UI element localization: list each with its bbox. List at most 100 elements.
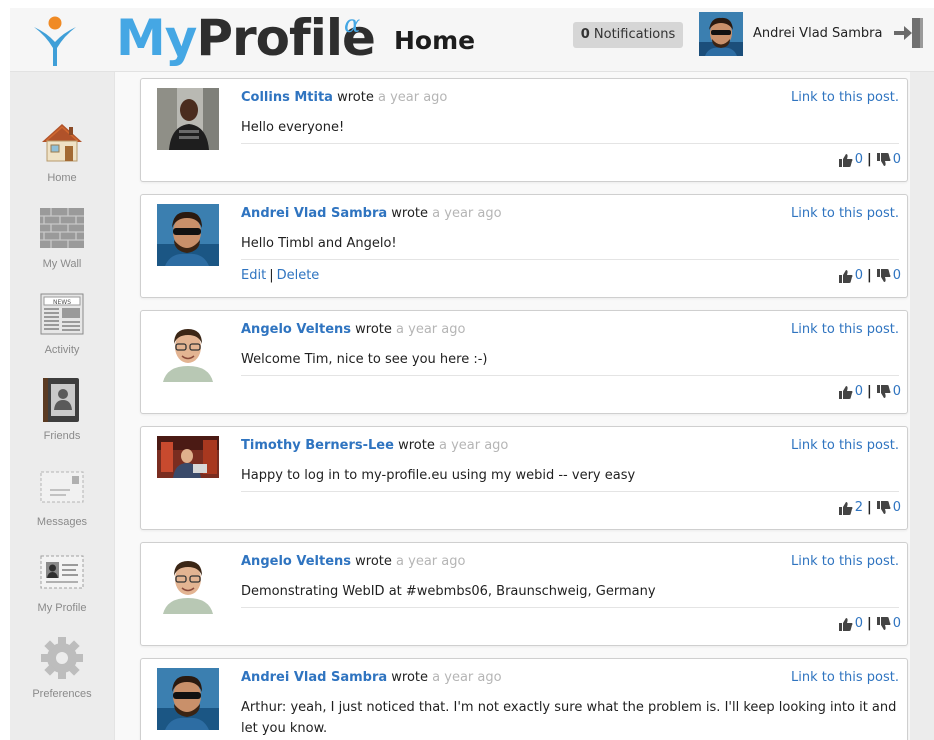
logout-icon[interactable] <box>892 16 928 50</box>
post-votes: 2 | 0 <box>838 500 901 515</box>
thumbs-up-icon[interactable] <box>838 617 853 631</box>
sidebar-label-my-profile: My Profile <box>37 602 87 614</box>
post-votes: 0 | 0 <box>838 616 901 631</box>
brand-alpha: α <box>344 10 361 38</box>
like-count: 0 <box>854 616 863 631</box>
post-divider <box>241 375 899 376</box>
post-author[interactable]: Andrei Vlad Sambra <box>241 670 387 685</box>
like-count: 0 <box>854 152 863 167</box>
delete-post-link[interactable]: Delete <box>277 268 320 283</box>
post-verb: wrote <box>355 554 392 569</box>
thumbs-up-icon[interactable] <box>838 269 853 283</box>
like-count: 0 <box>854 384 863 399</box>
sidebar-item-home[interactable]: Home <box>10 118 114 184</box>
post: Timothy Berners-Lee wrote a year ago Lin… <box>140 426 908 530</box>
post-author[interactable]: Angelo Veltens <box>241 554 351 569</box>
sidebar: Home My Wall NEWS Activity Friends Messa… <box>10 72 114 740</box>
thumbs-up-icon[interactable] <box>838 501 853 515</box>
post-votes: 0 | 0 <box>838 152 901 167</box>
notifications-label: Notifications <box>593 27 676 42</box>
sidebar-item-my-profile[interactable]: My Profile <box>10 548 114 614</box>
post-feed: Collins Mtita wrote a year ago Link to t… <box>114 72 910 740</box>
post-time: a year ago <box>396 322 466 337</box>
post-text: Hello everyone! <box>241 120 345 135</box>
post-text: Demonstrating WebID at #webmbs06, Brauns… <box>241 584 656 599</box>
post-header: Timothy Berners-Lee wrote a year ago <box>241 438 508 453</box>
post: Angelo Veltens wrote a year ago Link to … <box>140 542 908 646</box>
sidebar-label-messages: Messages <box>36 516 88 528</box>
post-votes: 0 | 0 <box>838 268 901 283</box>
sidebar-item-activity[interactable]: NEWS Activity <box>10 290 114 356</box>
post-header: Andrei Vlad Sambra wrote a year ago <box>241 670 502 685</box>
post-avatar[interactable] <box>157 552 219 614</box>
post-text: Happy to log in to my-profile.eu using m… <box>241 468 636 483</box>
user-name[interactable]: Andrei Vlad Sambra <box>753 26 883 41</box>
post-time: a year ago <box>438 438 509 453</box>
app-window: MyProfile α Home 0 Notifications Andrei … <box>10 8 934 740</box>
post-time: a year ago <box>377 90 448 105</box>
thumbs-up-icon[interactable] <box>838 153 853 167</box>
thumbs-down-icon[interactable] <box>876 152 891 167</box>
envelope-icon <box>40 471 84 503</box>
post-divider <box>241 259 899 260</box>
sidebar-item-my-wall[interactable]: My Wall <box>10 204 114 270</box>
post-avatar[interactable] <box>157 436 219 498</box>
thumbs-down-icon[interactable] <box>876 500 891 515</box>
post-author[interactable]: Collins Mtita <box>241 90 333 105</box>
post-permalink[interactable]: Link to this post. <box>791 438 899 453</box>
post-verb: wrote <box>391 670 429 685</box>
post-author[interactable]: Timothy Berners-Lee <box>241 438 394 453</box>
sidebar-label-home: Home <box>47 172 77 184</box>
post-text: Arthur: yeah, I just noticed that. I'm n… <box>241 700 897 736</box>
post-time: a year ago <box>396 554 466 569</box>
logo-icon[interactable] <box>32 14 78 68</box>
dislike-count: 0 <box>892 152 901 167</box>
post-divider <box>241 491 899 492</box>
edit-post-link[interactable]: Edit <box>241 268 266 283</box>
sidebar-label-activity: Activity <box>44 344 80 356</box>
post: Collins Mtita wrote a year ago Link to t… <box>140 78 908 182</box>
svg-text:NEWS: NEWS <box>53 299 71 306</box>
sidebar-item-friends[interactable]: Friends <box>10 376 114 442</box>
brand-logotype[interactable]: MyProfile <box>116 8 376 68</box>
wall-icon <box>40 208 84 248</box>
gear-icon <box>41 637 83 679</box>
post-header: Collins Mtita wrote a year ago <box>241 90 447 105</box>
post-author[interactable]: Andrei Vlad Sambra <box>241 206 387 221</box>
post-avatar[interactable] <box>157 668 219 730</box>
post-avatar[interactable] <box>157 88 219 150</box>
dislike-count: 0 <box>892 616 901 631</box>
post-permalink[interactable]: Link to this post. <box>791 670 899 685</box>
sidebar-label-preferences: Preferences <box>32 688 92 700</box>
post-permalink[interactable]: Link to this post. <box>791 322 899 337</box>
id-card-icon <box>40 555 84 589</box>
post-permalink[interactable]: Link to this post. <box>791 206 899 221</box>
thumbs-up-icon[interactable] <box>838 385 853 399</box>
sidebar-label-my-wall: My Wall <box>42 258 82 270</box>
thumbs-down-icon[interactable] <box>876 268 891 283</box>
post: Angelo Veltens wrote a year ago Link to … <box>140 310 908 414</box>
thumbs-down-icon[interactable] <box>876 616 891 631</box>
post: Andrei Vlad Sambra wrote a year ago Link… <box>140 658 908 740</box>
dislike-count: 0 <box>892 500 901 515</box>
user-avatar[interactable] <box>699 12 743 56</box>
thumbs-down-icon[interactable] <box>876 384 891 399</box>
brand-my: My <box>116 9 197 67</box>
newspaper-icon: NEWS <box>40 293 84 335</box>
notifications-button[interactable]: 0 Notifications <box>573 22 683 48</box>
post-permalink[interactable]: Link to this post. <box>791 554 899 569</box>
dislike-count: 0 <box>892 268 901 283</box>
post-avatar[interactable] <box>157 204 219 266</box>
post-verb: wrote <box>391 206 429 221</box>
page-title: Home <box>394 26 476 55</box>
post-header: Andrei Vlad Sambra wrote a year ago <box>241 206 502 221</box>
post-text: Hello Timbl and Angelo! <box>241 236 397 251</box>
post-author[interactable]: Angelo Veltens <box>241 322 351 337</box>
post-verb: wrote <box>398 438 435 453</box>
sidebar-item-messages[interactable]: Messages <box>10 462 114 528</box>
post-avatar[interactable] <box>157 320 219 382</box>
address-book-icon <box>43 378 79 422</box>
post-permalink[interactable]: Link to this post. <box>791 90 899 105</box>
like-count: 2 <box>854 500 863 515</box>
sidebar-item-preferences[interactable]: Preferences <box>10 634 114 700</box>
